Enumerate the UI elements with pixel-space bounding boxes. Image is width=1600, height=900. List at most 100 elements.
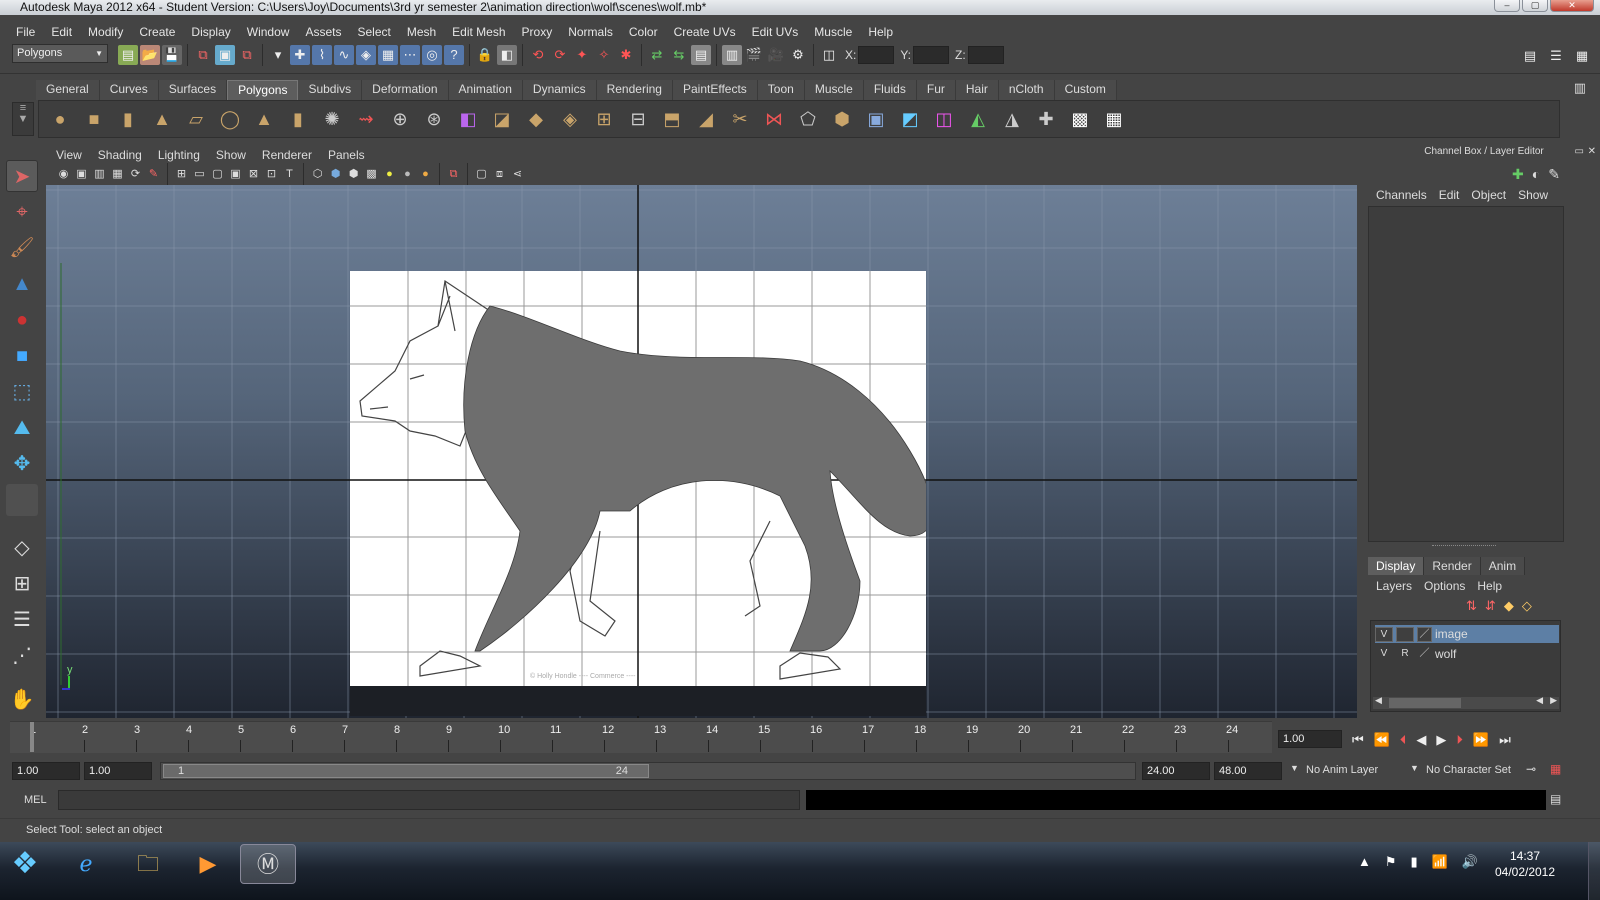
layer-display-type-toggle[interactable] bbox=[1396, 626, 1414, 642]
construction-history-icon[interactable]: ⟳ bbox=[550, 45, 570, 65]
camera-select-icon[interactable]: ◉ bbox=[56, 167, 71, 182]
layer-tab-anim[interactable]: Anim bbox=[1480, 557, 1526, 575]
render-frame-icon[interactable]: 🎬 bbox=[744, 45, 764, 65]
shelf-options[interactable]: ≡ ▼ bbox=[12, 102, 34, 136]
script-editor-icon[interactable]: ▤ bbox=[1550, 792, 1561, 806]
panel-splitter[interactable] bbox=[1432, 545, 1496, 548]
shelf-menu-icon[interactable]: ▥ bbox=[1574, 80, 1586, 96]
gate-mask-icon[interactable]: ▣ bbox=[228, 167, 243, 182]
menu-help[interactable]: Help bbox=[860, 22, 901, 42]
render-icon[interactable]: ✦ bbox=[572, 45, 592, 65]
wireframe-on-shaded-icon[interactable]: ⬢ bbox=[346, 167, 361, 182]
menu-modify[interactable]: Modify bbox=[80, 22, 131, 42]
film-gate-icon[interactable]: ▭ bbox=[192, 167, 207, 182]
scroll-left-icon[interactable]: ◀ bbox=[1375, 695, 1382, 706]
help-icon[interactable]: ? bbox=[444, 45, 464, 65]
history-icon[interactable]: ⟲ bbox=[528, 45, 548, 65]
grease-pencil-icon[interactable]: ✎ bbox=[146, 167, 161, 182]
soccer-ball-icon[interactable]: ✺ bbox=[319, 106, 345, 132]
resolution-gate-icon[interactable]: ▢ bbox=[210, 167, 225, 182]
extract-icon[interactable]: ⊛ bbox=[421, 106, 447, 132]
snap-curve-icon[interactable]: ⌇ bbox=[312, 45, 332, 65]
playback-start-field[interactable]: 1.00 bbox=[84, 762, 152, 780]
checker-icon[interactable]: ▩ bbox=[1067, 106, 1093, 132]
last-tool-icon[interactable] bbox=[6, 484, 38, 516]
shelf-tab-dynamics[interactable]: Dynamics bbox=[522, 80, 597, 100]
channel-menu-edit[interactable]: Edit bbox=[1433, 186, 1466, 204]
shelf-tab-curves[interactable]: Curves bbox=[99, 80, 159, 100]
tray-expand-icon[interactable]: ▲ bbox=[1358, 854, 1371, 870]
hypershade-icon[interactable]: ▥ bbox=[722, 45, 742, 65]
panel-menu-shading[interactable]: Shading bbox=[90, 146, 150, 164]
menu-color[interactable]: Color bbox=[621, 22, 666, 42]
panel-menu-view[interactable]: View bbox=[48, 146, 90, 164]
menu-window[interactable]: Window bbox=[239, 22, 298, 42]
menu-proxy[interactable]: Proxy bbox=[514, 22, 561, 42]
map-cylindrical-icon[interactable]: ◭ bbox=[965, 106, 991, 132]
internet-explorer-icon[interactable]: ℯ bbox=[58, 844, 114, 884]
y-field[interactable] bbox=[913, 46, 950, 64]
maya-taskbar-icon[interactable]: Ⓜ bbox=[240, 844, 296, 884]
poly-cylinder-icon[interactable]: ▮ bbox=[115, 106, 141, 132]
separate-icon[interactable]: ⊕ bbox=[387, 106, 413, 132]
shelf-tab-animation[interactable]: Animation bbox=[448, 80, 523, 100]
textured-icon[interactable]: ▩ bbox=[364, 167, 379, 182]
lock-icon[interactable]: 🔒 bbox=[475, 45, 495, 65]
offset-loop-icon[interactable]: ⊟ bbox=[625, 106, 651, 132]
map-auto-icon[interactable]: ✚ bbox=[1033, 106, 1059, 132]
menu-set-dropdown[interactable]: Polygons ▼ bbox=[12, 44, 108, 63]
input-line-icon[interactable]: ⇄ bbox=[647, 45, 667, 65]
layer-scrollbar[interactable]: ◀ ◀ ▶ bbox=[1373, 695, 1559, 709]
windows-start-icon[interactable]: ❖ bbox=[0, 844, 50, 884]
menu-assets[interactable]: Assets bbox=[297, 22, 349, 42]
layer-row-wolf[interactable]: V R ／ wolf bbox=[1375, 645, 1559, 663]
close-button[interactable]: ✕ bbox=[1550, 0, 1594, 12]
layer-tab-display[interactable]: Display bbox=[1368, 557, 1425, 575]
shelf-tab-rendering[interactable]: Rendering bbox=[596, 80, 673, 100]
camera-attributes-icon[interactable]: ▣ bbox=[74, 167, 89, 182]
mel-input[interactable] bbox=[58, 790, 800, 810]
close-panel-icon[interactable]: ✕ bbox=[1588, 146, 1596, 157]
menu-muscle[interactable]: Muscle bbox=[806, 22, 860, 42]
layer-tab-render[interactable]: Render bbox=[1424, 557, 1481, 575]
2d-pan-icon[interactable]: ⟳ bbox=[128, 167, 143, 182]
anim-layer-dropdown[interactable]: No Anim Layer bbox=[1306, 764, 1378, 776]
new-scene-icon[interactable]: ▤ bbox=[118, 45, 138, 65]
range-slider-handle[interactable]: 1 24 bbox=[163, 764, 649, 778]
layer-color-swatch[interactable]: ／ bbox=[1417, 647, 1432, 662]
action-center-flag-icon[interactable]: ⚑ bbox=[1385, 854, 1397, 870]
layer-toggle-icon[interactable]: ◐ bbox=[1532, 166, 1540, 183]
play-forwards-icon[interactable]: ▶ bbox=[1436, 732, 1446, 748]
xray-joints-icon[interactable]: ⧈ bbox=[492, 167, 507, 182]
xray-icon[interactable]: ▢ bbox=[474, 167, 489, 182]
poly-torus-icon[interactable]: ◯ bbox=[217, 106, 243, 132]
menu-create-uvs[interactable]: Create UVs bbox=[666, 22, 744, 42]
image-plane[interactable]: © Holly Hondle ---- Commerce ---- bbox=[350, 271, 926, 686]
combine-icon[interactable]: ⇝ bbox=[353, 106, 379, 132]
playback-end-field[interactable]: 24.00 bbox=[1142, 762, 1210, 780]
go-to-start-icon[interactable]: ⏮ bbox=[1352, 732, 1364, 748]
sculpt-icon[interactable]: ▣ bbox=[863, 106, 889, 132]
safe-title-icon[interactable]: T bbox=[282, 167, 297, 182]
mask-dropdown-icon[interactable]: ▾ bbox=[268, 45, 288, 65]
clock[interactable]: 14:37 04/02/2012 bbox=[1490, 848, 1560, 880]
channel-menu-object[interactable]: Object bbox=[1465, 186, 1512, 204]
panel-menu-lighting[interactable]: Lighting bbox=[150, 146, 208, 164]
select-object-icon[interactable]: ▣ bbox=[215, 45, 235, 65]
default-lighting-icon[interactable]: ● bbox=[382, 167, 397, 182]
attribute-editor-icon[interactable]: ▤ bbox=[1520, 46, 1540, 66]
shelf-tab-custom[interactable]: Custom bbox=[1054, 80, 1117, 100]
ipr-render-icon[interactable]: ✧ bbox=[594, 45, 614, 65]
shelf-tab-painteffects[interactable]: PaintEffects bbox=[672, 80, 758, 100]
menu-normals[interactable]: Normals bbox=[560, 22, 621, 42]
all-lights-icon[interactable]: ● bbox=[400, 167, 415, 182]
render-view-icon[interactable]: ▤ bbox=[691, 45, 711, 65]
move-layer-down-icon[interactable]: ⇵ bbox=[1485, 598, 1496, 614]
wedge-icon[interactable]: ◢ bbox=[693, 106, 719, 132]
select-tool-icon[interactable]: ➤ bbox=[6, 160, 38, 192]
shelf-tab-toon[interactable]: Toon bbox=[757, 80, 805, 100]
uv-editor-icon[interactable]: ◩ bbox=[897, 106, 923, 132]
poly-pipe-icon[interactable]: ▮ bbox=[285, 106, 311, 132]
insert-edge-loop-icon[interactable]: ⊞ bbox=[591, 106, 617, 132]
panel-menu-show[interactable]: Show bbox=[208, 146, 254, 164]
